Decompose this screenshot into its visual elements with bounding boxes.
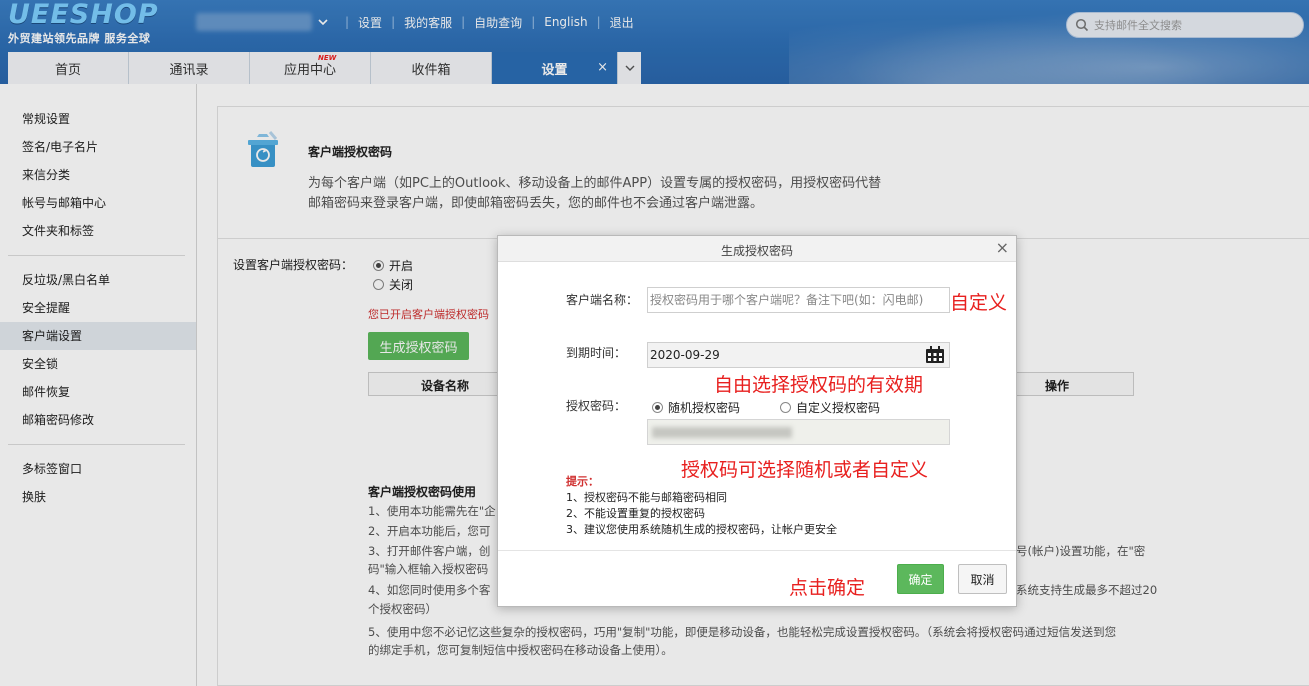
dialog-title: 生成授权密码 — [720, 244, 793, 258]
client-name-label: 客户端名称： — [566, 293, 639, 307]
option-custom-label[interactable]: 自定义授权密码 — [796, 399, 880, 416]
tips-title: 提示： — [566, 475, 599, 488]
password-blurred — [652, 427, 792, 438]
calendar-icon[interactable] — [925, 346, 945, 364]
expiry-date-field[interactable]: 2020-09-29 — [647, 342, 950, 368]
expiry-date-value: 2020-09-29 — [650, 348, 720, 362]
tip-item: 3、建议您使用系统随机生成的授权密码，让帐户更安全 — [566, 523, 837, 536]
close-icon[interactable]: × — [996, 238, 1009, 257]
option-random-label[interactable]: 随机授权密码 — [668, 399, 740, 416]
dialog-footer-divider — [498, 550, 1016, 551]
password-mode-options: 随机授权密码 自定义授权密码 — [652, 399, 880, 416]
annotation-password: 授权码可选择随机或者自定义 — [681, 459, 929, 481]
generated-password-field[interactable] — [647, 419, 950, 445]
dialog-header: 生成授权密码 × — [498, 236, 1016, 262]
confirm-button[interactable]: 确定 — [897, 564, 944, 594]
expiry-label: 到期时间： — [566, 346, 627, 360]
client-name-input[interactable] — [647, 287, 950, 313]
annotation-confirm: 点击确定 — [789, 577, 866, 599]
cancel-button[interactable]: 取消 — [958, 564, 1007, 594]
radio-custom-icon[interactable] — [780, 402, 792, 413]
annotation-custom: 自定义 — [950, 292, 1008, 314]
radio-random-icon[interactable] — [652, 402, 663, 413]
annotation-expiry: 自由选择授权码的有效期 — [714, 374, 924, 396]
tip-item: 2、不能设置重复的授权密码 — [566, 507, 705, 520]
generate-password-dialog: 生成授权密码 × 客户端名称： 到期时间： 2020-09-29 授权密码： 随… — [497, 235, 1017, 607]
tip-item: 1、授权密码不能与邮箱密码相同 — [566, 491, 727, 504]
password-label: 授权密码： — [566, 399, 627, 413]
